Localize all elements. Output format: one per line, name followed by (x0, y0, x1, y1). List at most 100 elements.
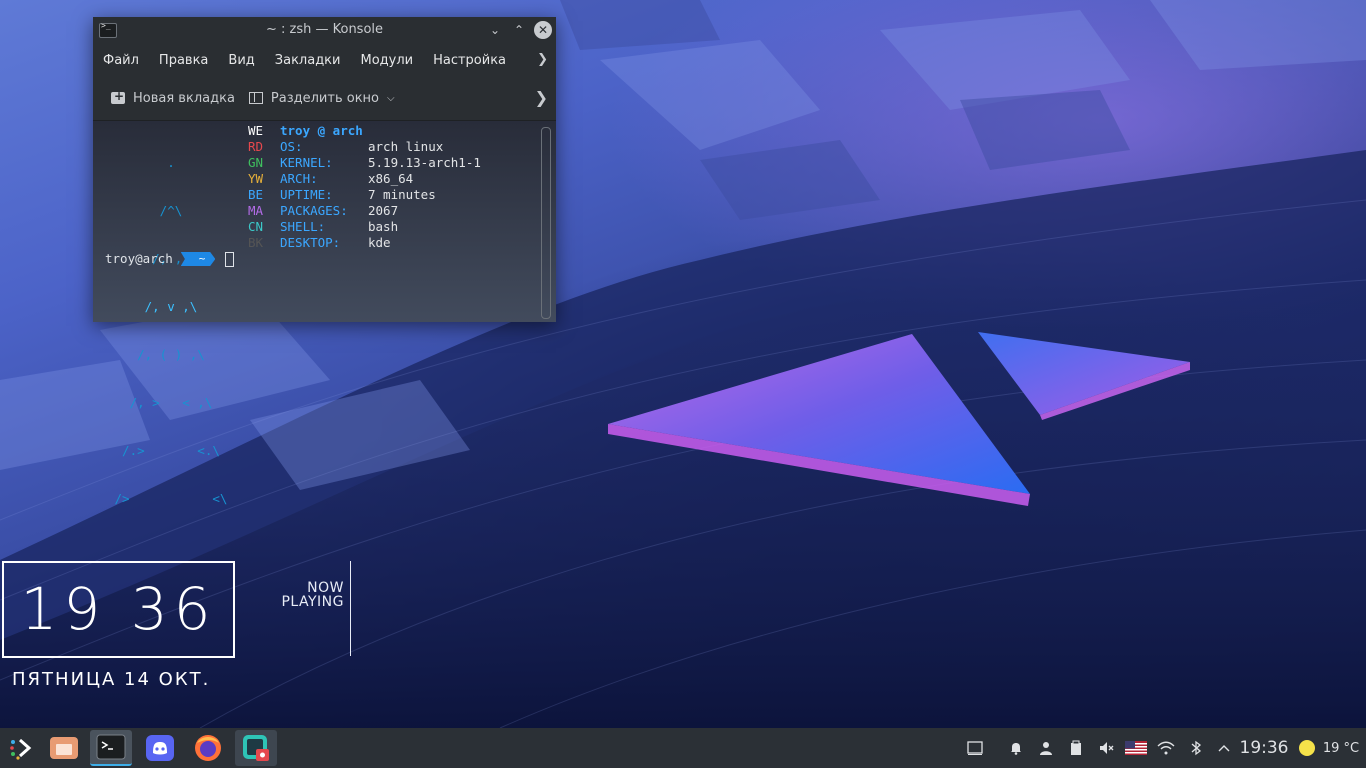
now-playing-line1: NOW (307, 580, 344, 596)
keyboard-layout-flag-icon[interactable] (1124, 728, 1148, 768)
logo-line: /^\ (107, 203, 183, 218)
split-view-icon (248, 92, 263, 104)
info-value: 5.19.13-arch1-1 (368, 155, 481, 170)
shell-prompt[interactable]: troy@arch ~ (105, 251, 235, 267)
close-icon[interactable]: ✕ (534, 21, 552, 39)
split-view-label: Разделить окно (270, 90, 379, 106)
prompt-user: troy@arch (105, 251, 173, 266)
now-playing-widget: NOW PLAYING (276, 581, 344, 609)
color-tag: WE (248, 123, 264, 138)
logo-line: /, ( ) ,\ (107, 347, 205, 362)
show-desktop-glyph (967, 741, 983, 755)
chevron-up-glyph (1218, 745, 1230, 752)
prompt-directory: ~ (180, 252, 216, 266)
info-key: SHELL: (280, 219, 326, 234)
toolbar: Новая вкладка Разделить окно ⌵ ❯ (93, 76, 556, 121)
menu-plugins[interactable]: Модули (360, 53, 413, 68)
info-value: kde (368, 235, 391, 250)
menubar: Файл Правка Вид Закладки Модули Настройк… (93, 44, 556, 76)
menu-file[interactable]: Файл (103, 53, 139, 68)
color-tag: RD (248, 139, 264, 154)
show-desktop-icon[interactable] (964, 728, 986, 768)
user-icon[interactable] (1035, 728, 1057, 768)
clipboard-icon[interactable] (1065, 728, 1087, 768)
terminal-icon (96, 734, 126, 760)
weather-sun-icon[interactable] (1296, 728, 1318, 768)
screenshot-icon (243, 735, 269, 761)
taskbar-firefox[interactable] (187, 730, 229, 766)
now-playing-line2: PLAYING (281, 594, 344, 610)
date-label: ПЯТНИЦА 14 ОКТ. (12, 669, 211, 690)
notifications-icon[interactable] (1005, 728, 1027, 768)
arch-logo-ascii: . /^\ /, ,\ /, v ,\ /, ( ) ,\ /, > < ,\ … (107, 123, 228, 539)
divider (350, 561, 351, 656)
volume-muted-icon[interactable] (1095, 728, 1117, 768)
color-tag: BK (248, 235, 264, 250)
clock-widget: 19 36 (2, 561, 235, 658)
maximize-icon[interactable]: ⌃ (510, 21, 528, 39)
new-tab-button[interactable]: Новая вкладка (111, 89, 235, 106)
panel-clock[interactable]: 19:36 (1240, 728, 1289, 768)
wifi-glyph (1157, 741, 1175, 755)
info-key: KERNEL: (280, 155, 333, 170)
app-launcher-button[interactable] (0, 730, 42, 766)
menu-settings[interactable]: Настройка (433, 53, 506, 68)
window-titlebar[interactable]: ~ : zsh — Konsole ⌄ ⌃ ✕ (93, 17, 556, 44)
taskbar-spectacle[interactable] (235, 730, 277, 766)
logo-line: /, > < ,\ (107, 395, 213, 410)
info-key: PACKAGES: (280, 203, 348, 218)
taskbar-discord[interactable] (139, 730, 181, 766)
info-value: 2067 (368, 203, 399, 218)
logo-line: /.> <.\ (107, 443, 220, 458)
bell-glyph (1011, 743, 1021, 755)
firefox-icon (195, 735, 221, 761)
system-info: WE troy @ arch RD OS: arch linux GN KERNEL: 5… (248, 123, 481, 251)
color-tag: CN (248, 219, 264, 234)
bluetooth-icon[interactable] (1186, 728, 1206, 768)
info-value: 7 minutes (368, 187, 436, 202)
logo-line: . (107, 155, 175, 170)
minimize-icon[interactable]: ⌄ (486, 21, 504, 39)
menu-view[interactable]: Вид (228, 53, 254, 68)
new-tab-label: Новая вкладка (133, 90, 235, 106)
user-glyph (1040, 742, 1052, 755)
info-value: bash (368, 219, 399, 234)
folder-icon (50, 737, 78, 759)
speaker-glyph (1100, 742, 1114, 754)
user-host: troy @ arch (280, 123, 363, 138)
taskbar-panel: 19:36 19 °C (0, 728, 1366, 768)
terminal-output[interactable]: . /^\ /, ,\ /, v ,\ /, ( ) ,\ /, > < ,\ … (93, 121, 556, 506)
color-tag: BE (248, 187, 264, 202)
info-key: OS: (280, 139, 303, 154)
info-key: DESKTOP: (280, 235, 341, 250)
split-view-button[interactable]: Разделить окно ⌵ (248, 90, 395, 106)
info-key: ARCH: (280, 171, 318, 186)
chevron-right-icon[interactable]: ❯ (535, 88, 548, 107)
us-flag-glyph (1125, 741, 1147, 755)
menu-bookmarks[interactable]: Закладки (275, 53, 341, 68)
info-key: UPTIME: (280, 187, 333, 202)
app-launcher-icon (10, 738, 32, 760)
bluetooth-glyph (1191, 740, 1202, 756)
weather-temperature[interactable]: 19 °C (1320, 728, 1362, 768)
text-cursor (225, 251, 235, 267)
wifi-icon[interactable] (1155, 728, 1177, 768)
info-value: x86_64 (368, 171, 414, 186)
tray-expand-icon[interactable] (1214, 728, 1234, 768)
konsole-window[interactable]: ~ : zsh — Konsole ⌄ ⌃ ✕ Файл Правка Вид … (93, 17, 556, 506)
new-tab-icon (111, 89, 125, 104)
logo-line: /, v ,\ (107, 299, 198, 314)
chevron-right-icon[interactable]: ❯ (537, 52, 548, 67)
color-tag: YW (248, 171, 264, 186)
sun-glyph (1299, 740, 1315, 756)
clipboard-glyph (1071, 740, 1081, 755)
logo-line: /> <\ (107, 491, 228, 506)
chevron-down-icon[interactable]: ⌵ (387, 93, 395, 104)
menu-edit[interactable]: Правка (159, 53, 208, 68)
scrollbar[interactable] (541, 127, 551, 319)
color-tag: MA (248, 203, 264, 218)
discord-icon (146, 735, 174, 761)
taskbar-file-manager[interactable] (43, 730, 85, 766)
taskbar-konsole[interactable] (90, 730, 132, 766)
info-value: arch linux (368, 139, 444, 154)
